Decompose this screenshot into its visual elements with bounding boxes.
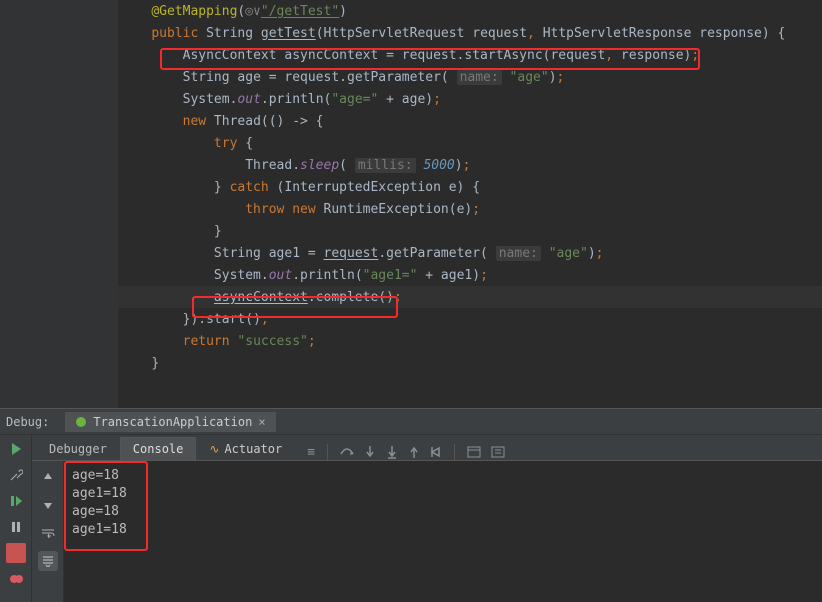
code-line[interactable]: 80 String age = request.getParameter( na… [0, 66, 822, 88]
code-content[interactable]: } [118, 356, 159, 371]
code-content[interactable]: } catch (InterruptedException e) { [118, 180, 480, 195]
code-content[interactable]: asyncContext.complete(); [118, 290, 402, 305]
code-content[interactable]: return "success"; [118, 334, 316, 349]
code-line[interactable]: 90 asyncContext.complete(); [0, 286, 822, 308]
code-line[interactable]: 93⊟ } [0, 352, 822, 374]
debug-step-toolbar: ≡ [307, 444, 505, 460]
code-line[interactable]: 91⊟ }).start(); [0, 308, 822, 330]
code-line[interactable]: 89 System.out.println("age1=" + age1); [0, 264, 822, 286]
code-content[interactable]: @GetMapping(◎∨"/getTest") [118, 4, 347, 19]
code-content[interactable]: String age1 = request.getParameter( name… [118, 246, 603, 261]
code-content[interactable]: System.out.println("age=" + age); [118, 92, 441, 107]
code-line[interactable]: 85⊟ } catch (InterruptedException e) { [0, 176, 822, 198]
scroll-up-icon[interactable] [38, 467, 58, 487]
toolwindow-header: Debug: TranscationApplication × [0, 409, 822, 435]
toolwindow-left-toolbar [0, 435, 32, 602]
console-line: age=18 [68, 503, 818, 521]
tab-actuator[interactable]: ∿ Actuator [196, 437, 295, 460]
code-content[interactable]: } [118, 224, 222, 239]
code-content[interactable]: try { [118, 136, 253, 151]
close-icon[interactable]: × [258, 415, 265, 429]
code-line[interactable]: 79 AsyncContext asyncContext = request.s… [0, 44, 822, 66]
resume-icon[interactable] [6, 491, 26, 511]
console-line: age1=18 [68, 485, 818, 503]
console-output[interactable]: age=18age1=18age=18age1=18 [64, 461, 822, 602]
console-gutter-toolbar [32, 461, 64, 602]
tab-console[interactable]: Console [120, 437, 197, 460]
scroll-down-icon[interactable] [38, 495, 58, 515]
pause-icon[interactable] [6, 517, 26, 537]
trace-icon[interactable] [491, 446, 505, 458]
step-over-icon[interactable] [340, 446, 354, 458]
code-content[interactable]: String age = request.getParameter( name:… [118, 70, 564, 85]
code-line[interactable]: 84 Thread.sleep( millis: 5000); [0, 154, 822, 176]
code-content[interactable]: System.out.println("age1=" + age1); [118, 268, 488, 283]
code-content[interactable]: Thread.sleep( millis: 5000); [118, 158, 470, 173]
console-line: age1=18 [68, 521, 818, 539]
code-line[interactable]: 77 @GetMapping(◎∨"/getTest") [0, 0, 822, 22]
code-line[interactable]: 81 System.out.println("age=" + age); [0, 88, 822, 110]
code-line[interactable]: 83⊟ try { [0, 132, 822, 154]
code-content[interactable]: }).start(); [118, 312, 269, 327]
code-content[interactable]: AsyncContext asyncContext = request.star… [118, 48, 699, 63]
code-line[interactable]: 87⊟ } [0, 220, 822, 242]
debug-toolwindow: Debug: TranscationApplication × Debugger… [0, 408, 822, 602]
run-config-name: TranscationApplication [93, 415, 252, 429]
view-breakpoints-icon[interactable] [6, 569, 26, 589]
console-line: age=18 [68, 467, 818, 485]
code-content[interactable]: public String getTest(HttpServletRequest… [118, 26, 785, 41]
rerun-icon[interactable] [6, 439, 26, 459]
show-exec-point-icon[interactable]: ≡ [307, 445, 315, 460]
spring-icon [75, 416, 87, 428]
stop-icon[interactable] [6, 543, 26, 563]
run-config-tab[interactable]: TranscationApplication × [65, 412, 275, 432]
step-out-icon[interactable] [408, 445, 420, 459]
toolwindow-title: Debug: [6, 415, 49, 429]
evaluate-icon[interactable] [467, 446, 481, 458]
code-editor[interactable]: 77 @GetMapping(◎∨"/getTest")78▸@⊟ public… [0, 0, 822, 408]
code-line[interactable]: 78▸@⊟ public String getTest(HttpServletR… [0, 22, 822, 44]
tab-debugger[interactable]: Debugger [36, 437, 120, 460]
actuator-icon: ∿ [209, 442, 219, 456]
scroll-to-end-icon[interactable] [38, 551, 58, 571]
run-to-cursor-icon[interactable] [430, 445, 442, 459]
code-line[interactable]: 86 throw new RuntimeException(e); [0, 198, 822, 220]
code-line[interactable]: 82⊟ new Thread(() -> { [0, 110, 822, 132]
code-content[interactable]: throw new RuntimeException(e); [118, 202, 480, 217]
force-step-into-icon[interactable] [386, 445, 398, 459]
code-line[interactable]: 88 String age1 = request.getParameter( n… [0, 242, 822, 264]
editor-gutter [0, 0, 118, 408]
soft-wrap-icon[interactable] [38, 523, 58, 543]
toolwindow-tabs: Debugger Console ∿ Actuator ≡ [32, 435, 822, 461]
code-content[interactable]: new Thread(() -> { [118, 114, 324, 129]
code-line[interactable]: 92 return "success"; [0, 330, 822, 352]
step-into-icon[interactable] [364, 445, 376, 459]
tools-icon[interactable] [6, 465, 26, 485]
